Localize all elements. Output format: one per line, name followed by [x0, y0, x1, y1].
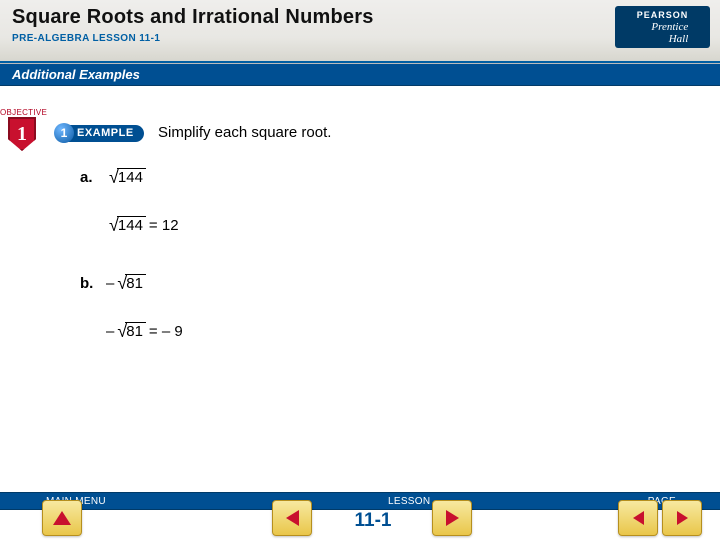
footer: MAIN MENU LESSON PAGE 11-1 [0, 488, 720, 540]
example-label: EXAMPLE [65, 125, 144, 142]
example-number-circle: 1 [54, 123, 74, 143]
sqrt-expression: √ 81 [117, 274, 146, 293]
problem-a-label: a. [80, 169, 106, 186]
publisher-imprint-2: Hall [669, 34, 689, 44]
arrow-right-icon [677, 511, 688, 525]
footer-bar: MAIN MENU LESSON PAGE [0, 492, 720, 510]
negative-sign: – [106, 323, 114, 340]
radical-icon: √ [117, 276, 127, 290]
negative-sign: – [106, 275, 114, 292]
instruction-text: Simplify each square root. [158, 124, 331, 141]
prev-page-button[interactable] [618, 500, 658, 536]
next-lesson-button[interactable] [432, 500, 472, 536]
page-title: Square Roots and Irrational Numbers [12, 6, 708, 29]
sqrt-expression: √ 144 [109, 216, 146, 235]
equals-result: = – 9 [149, 323, 183, 340]
arrow-left-icon [633, 511, 644, 525]
arrow-left-icon [286, 510, 299, 526]
prev-lesson-button[interactable] [272, 500, 312, 536]
publisher-name: PEARSON [637, 10, 689, 20]
content-area: OBJECTIVE 1 1 EXAMPLE Simplify each squa… [0, 86, 720, 108]
publisher-imprint-1: Prentice [651, 22, 688, 32]
objective-number: 1 [17, 123, 27, 146]
problem-b-solution: – √ 81 = – 9 [106, 320, 183, 342]
problem-b-label: b. [80, 275, 106, 292]
sqrt-expression: √ 144 [109, 168, 146, 187]
objective-shield-icon: 1 [8, 117, 36, 151]
examples-bar-label: Additional Examples [0, 67, 140, 82]
lesson-subtitle: PRE-ALGEBRA LESSON 11-1 [12, 33, 708, 44]
lesson-number: 11-1 [318, 510, 428, 532]
radicand: 81 [125, 322, 146, 341]
header-underline [0, 61, 720, 63]
next-page-button[interactable] [662, 500, 702, 536]
equals-result: = 12 [149, 217, 179, 234]
problem-a: a. √ 144 [80, 166, 183, 188]
radicand: 144 [117, 168, 146, 187]
example-pill: 1 EXAMPLE [54, 122, 144, 144]
footer-label-lesson: LESSON [388, 496, 430, 507]
radicand: 144 [117, 216, 146, 235]
problem-a-solution: √ 144 = 12 [106, 214, 183, 236]
objective-badge: OBJECTIVE 1 [0, 108, 44, 151]
examples-bar: Additional Examples [0, 64, 720, 86]
arrow-right-icon [446, 510, 459, 526]
radical-icon: √ [109, 218, 119, 232]
objective-label: OBJECTIVE [0, 108, 44, 117]
header: Square Roots and Irrational Numbers PRE-… [0, 0, 720, 64]
radical-icon: √ [109, 170, 119, 184]
radicand: 81 [125, 274, 146, 293]
main-menu-button[interactable] [42, 500, 82, 536]
problem-b: b. – √ 81 [80, 272, 183, 294]
problems: a. √ 144 √ 144 = 12 b. – √ 81 – [80, 166, 183, 368]
sqrt-expression: √ 81 [117, 322, 146, 341]
publisher-logo: PEARSON Prentice Hall [615, 6, 710, 48]
arrow-up-icon [53, 511, 71, 525]
example-number: 1 [61, 126, 68, 140]
radical-icon: √ [117, 324, 127, 338]
